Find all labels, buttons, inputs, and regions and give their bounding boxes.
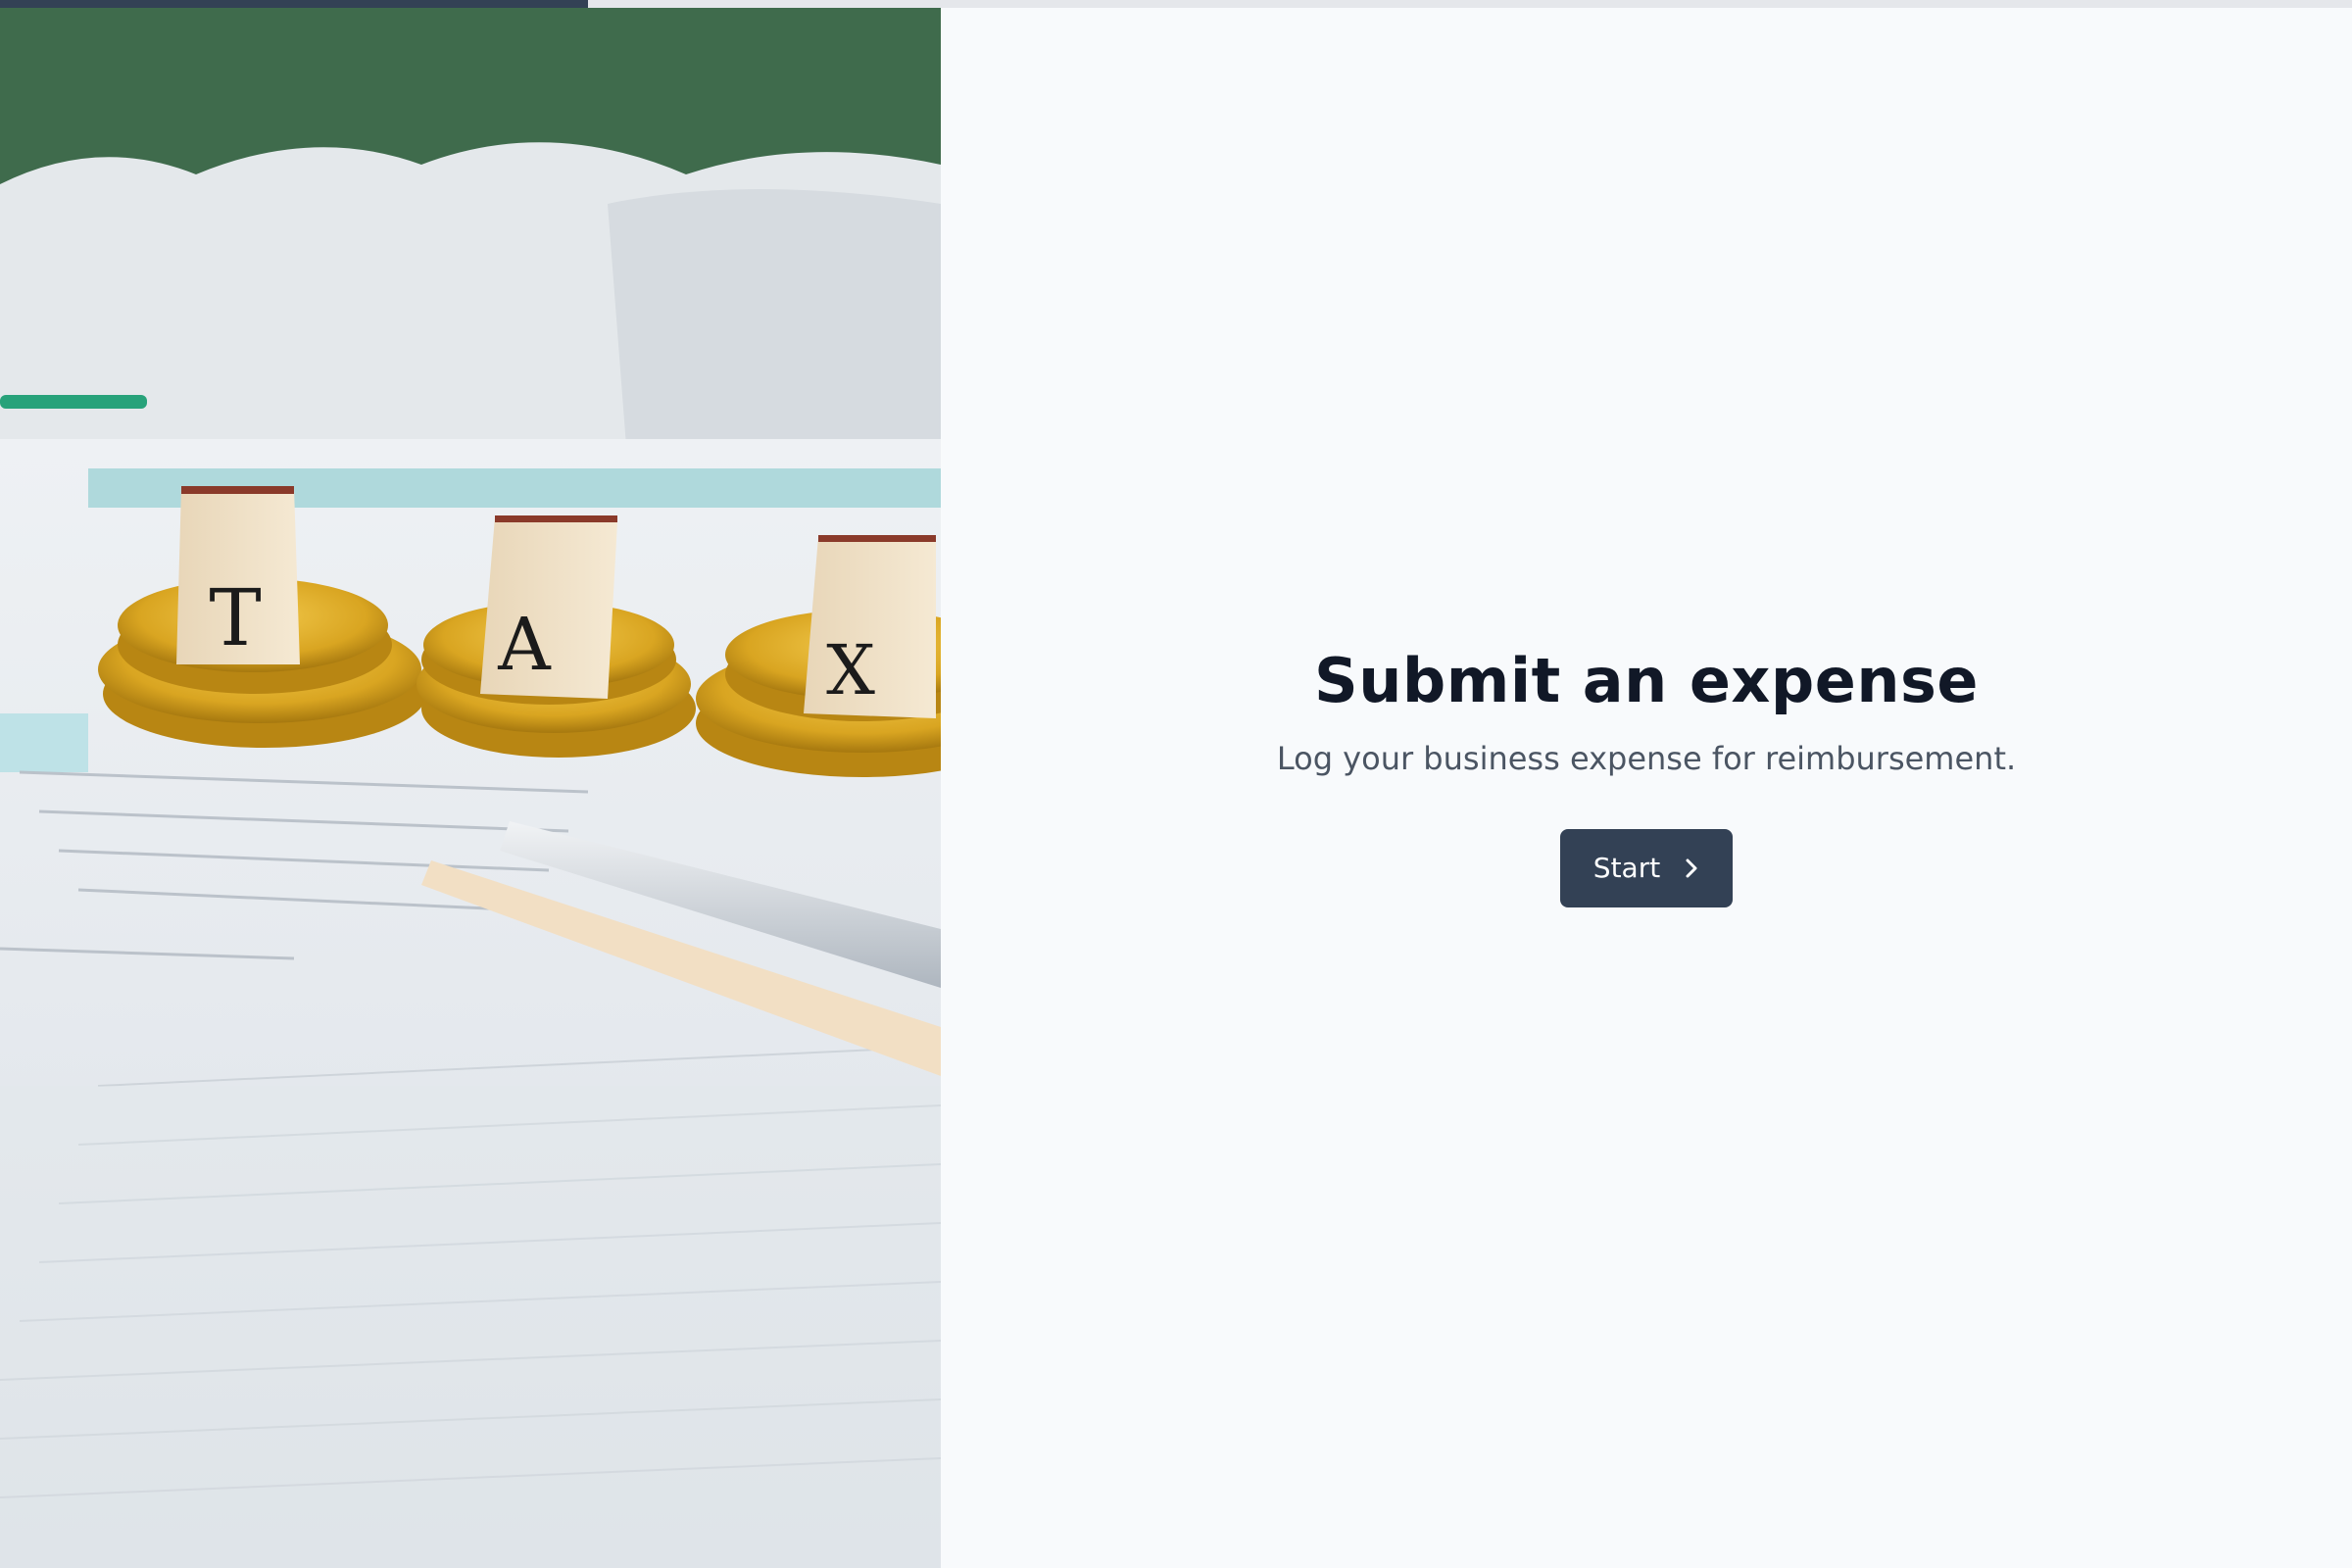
start-button-label: Start [1592, 852, 1661, 885]
start-button[interactable]: Start [1560, 828, 1733, 907]
tax-block-a: A [480, 515, 617, 699]
tax-block-x-letter: X [826, 630, 875, 710]
chevron-right-icon [1686, 858, 1697, 878]
tax-block-t-letter: T [209, 572, 261, 663]
tax-block-x: X [804, 535, 936, 718]
page-subtitle: Log your business expense for reimbursem… [1276, 740, 2017, 778]
progress-bar [0, 0, 2352, 8]
page-title: Submit an expense [1314, 645, 1979, 716]
progress-bar-fill [0, 0, 588, 8]
hero-image: T A X [0, 8, 941, 1568]
tax-block-a-letter: A [497, 603, 552, 687]
tax-block-t: T [176, 486, 300, 664]
welcome-panel: Submit an expense Log your business expe… [941, 645, 2352, 907]
main-content: Submit an expense Log your business expe… [941, 8, 2352, 1568]
